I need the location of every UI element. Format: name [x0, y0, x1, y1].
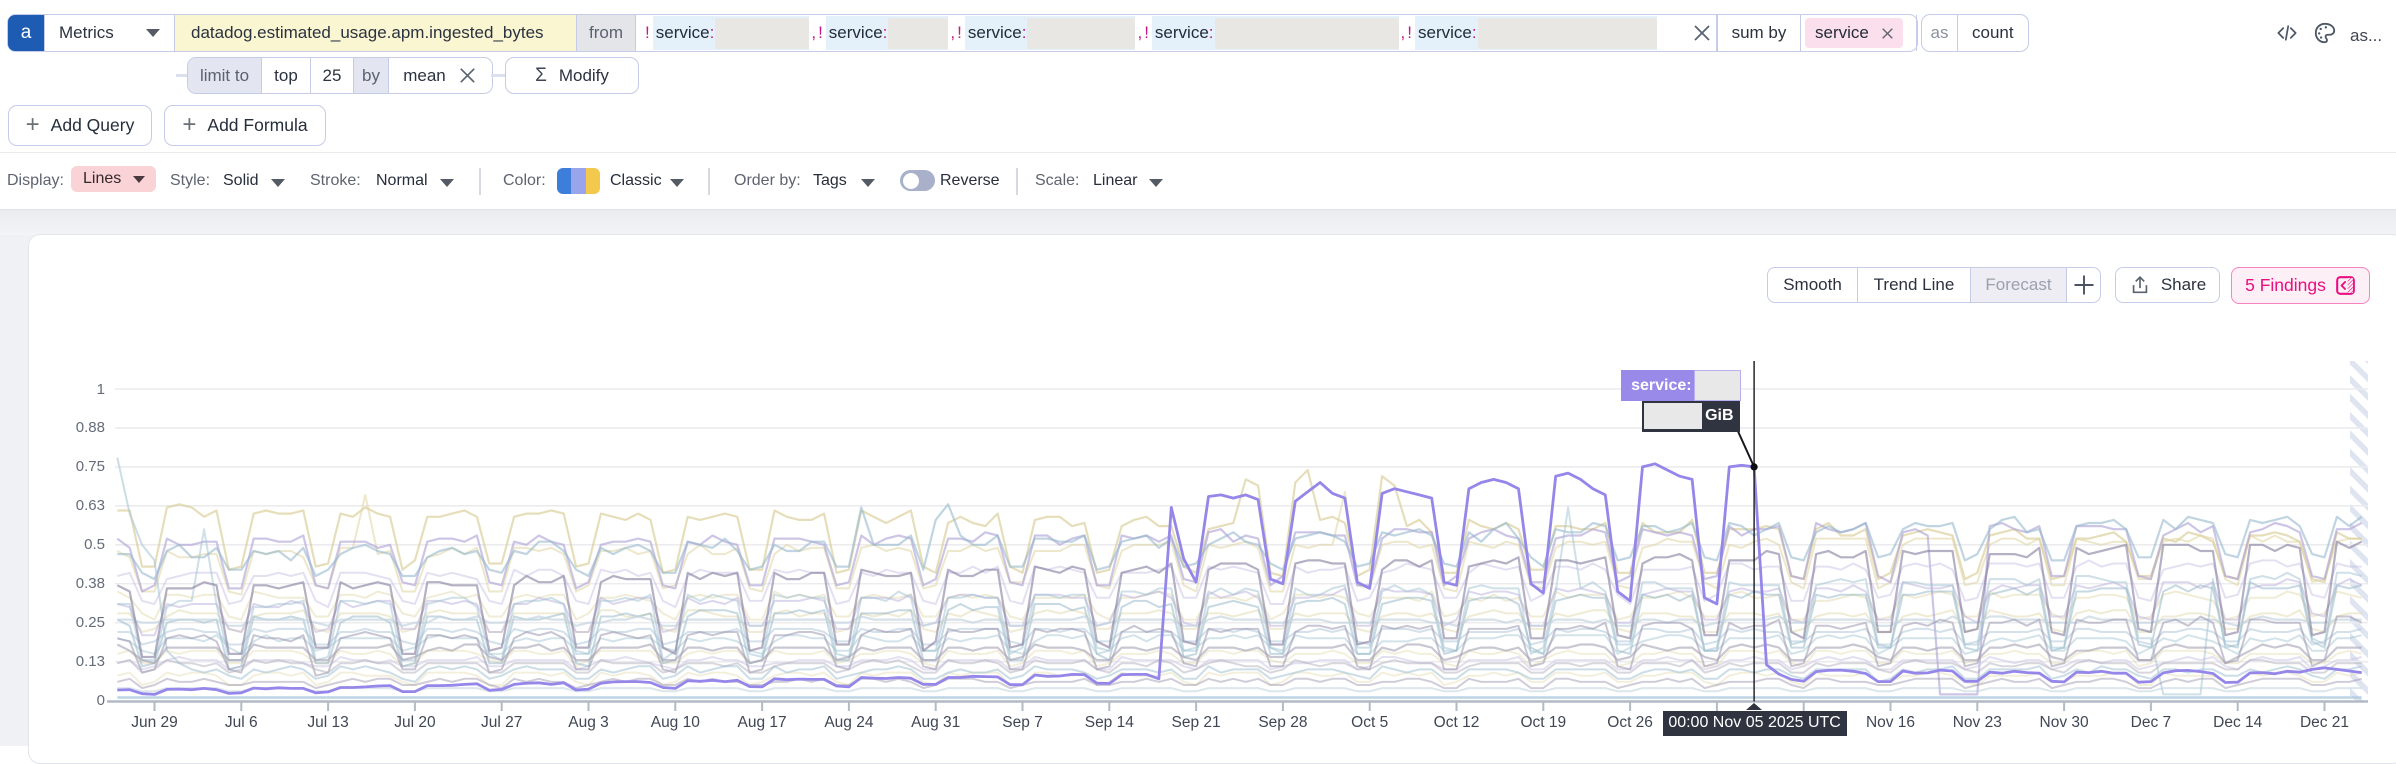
y-axis-tick-label: 0.75	[75, 458, 105, 476]
x-axis-tick-label: Aug 10	[650, 714, 700, 731]
time-tooltip: 00:00 Nov 05 2025 UTC	[1662, 710, 1847, 736]
series-line[interactable]	[117, 578, 2363, 637]
x-axis-tick-label: Nov 30	[2039, 714, 2089, 731]
x-axis-tick-label: Jun 29	[131, 714, 178, 731]
x-axis-tick-label: Oct 12	[1433, 714, 1480, 731]
y-axis-tick-label: 0.5	[84, 536, 105, 554]
tooltip-tag-label: service:	[1621, 370, 1694, 401]
y-axis-tick-label: 0	[96, 692, 105, 710]
x-axis-tick-label: Aug 17	[737, 714, 787, 731]
x-axis-tick-label: Oct 19	[1520, 714, 1567, 731]
x-axis-tick-label: Oct 5	[1351, 714, 1389, 731]
tooltip-redacted-number	[1644, 403, 1703, 429]
y-axis-tick-label: 1	[96, 380, 105, 398]
x-axis-tick-label: Jul 6	[224, 714, 258, 731]
y-axis-tick-label: 0.88	[75, 419, 105, 437]
y-axis-tick-label: 0.13	[75, 653, 105, 671]
x-axis-tick-label: Jul 13	[307, 714, 349, 731]
timeseries-chart[interactable]	[0, 0, 2396, 746]
x-axis-tick-label: Sep 14	[1084, 714, 1134, 731]
x-axis-tick-label: Sep 28	[1258, 714, 1308, 731]
y-axis-tick-label: 0.63	[75, 497, 105, 515]
x-axis-tick-label: Nov 16	[1865, 714, 1916, 731]
x-axis-tick-label: Aug 3	[568, 714, 609, 731]
future-projection-band[interactable]	[2350, 361, 2368, 701]
x-axis-tick-label: Dec 21	[2299, 714, 2350, 731]
series-line[interactable]	[117, 677, 2362, 690]
x-axis-tick-label: Aug 31	[911, 714, 961, 731]
series-line[interactable]	[116, 490, 2362, 596]
x-axis-tick-label: Nov 23	[1952, 714, 2002, 731]
series-line[interactable]	[117, 687, 2362, 693]
series-line[interactable]	[117, 671, 2362, 686]
x-axis-tick-label: Aug 24	[824, 714, 874, 731]
tooltip-unit: GiB	[1705, 407, 1734, 424]
x-axis-tick-label: Sep 21	[1171, 714, 1221, 731]
hover-tooltip-tag: service:	[1621, 370, 1741, 401]
x-axis-tick-label: Jul 20	[394, 714, 436, 731]
tooltip-redacted-value	[1693, 370, 1741, 401]
hover-tooltip-value: GiB	[1641, 400, 1741, 432]
tooltip-connector-line[interactable]	[1737, 431, 1756, 468]
y-axis-tick-label: 0.38	[75, 575, 105, 593]
y-axis-tick-label: 0.25	[75, 614, 105, 632]
x-axis-tick-label: Sep 7	[1002, 714, 1043, 731]
time-tooltip-text: 00:00 Nov 05 2025 UTC	[1668, 714, 1841, 731]
time-tooltip-caret	[1746, 703, 1763, 711]
x-axis-tick-label: Oct 26	[1607, 714, 1653, 731]
x-axis-tick-label: Jul 27	[481, 714, 523, 731]
series-line[interactable]	[117, 506, 2362, 696]
x-axis-tick-label: Dec 14	[2213, 714, 2263, 731]
cursor-dot[interactable]	[1750, 463, 1758, 471]
x-axis-tick-label: Dec 7	[2130, 714, 2172, 731]
